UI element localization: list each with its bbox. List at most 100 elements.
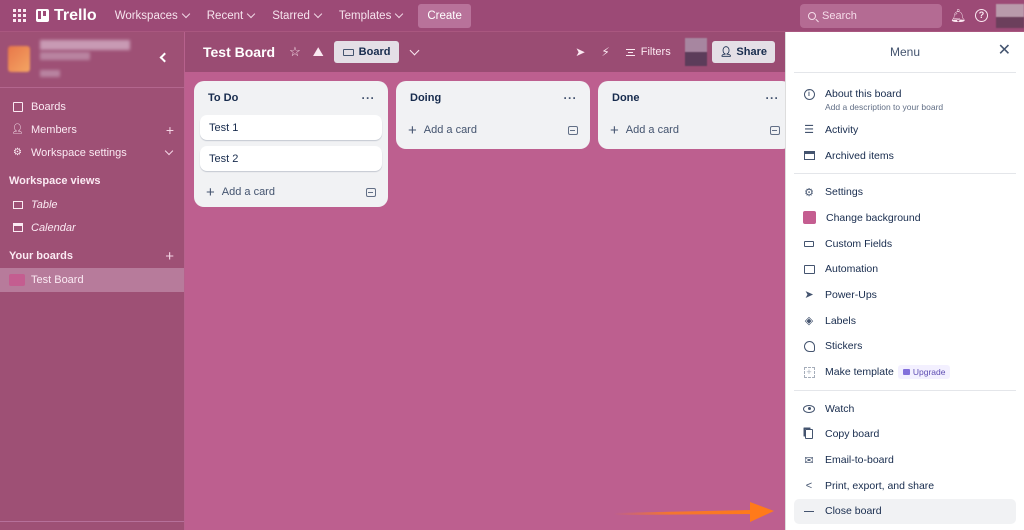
sidebar-item-label: Boards <box>31 100 66 113</box>
info-icon: i <box>803 88 815 100</box>
upgrade-label: Upgrade <box>912 367 946 378</box>
card[interactable]: Test 1 <box>200 115 382 140</box>
list-header: To Do ··· <box>200 81 382 115</box>
chevron-down-icon <box>395 9 404 19</box>
upgrade-badge[interactable]: Upgrade <box>897 365 951 380</box>
menu-item-make-template[interactable]: + Make template Upgrade <box>786 359 1024 385</box>
card[interactable]: Test 2 <box>200 146 382 171</box>
chevron-down-icon[interactable] <box>164 146 174 156</box>
trello-logo-icon <box>36 9 49 22</box>
gear-icon: ⚙︎ <box>804 186 814 199</box>
workspace-logo <box>8 46 30 72</box>
chevron-down-icon <box>313 9 323 19</box>
starred-menu[interactable]: Starred <box>272 9 323 22</box>
menu-item-automation[interactable]: Automation <box>786 256 1024 282</box>
menu-item-change-background[interactable]: Change background <box>786 205 1024 231</box>
archive-icon <box>803 150 815 162</box>
power-ups-icon[interactable]: ➤︎ <box>575 45 585 59</box>
list-title[interactable]: To Do <box>208 92 238 104</box>
account-avatar[interactable] <box>996 4 1024 28</box>
workspace-name-redacted <box>40 52 90 60</box>
share-label: Share <box>736 46 767 58</box>
sticker-icon <box>803 340 815 352</box>
list-menu-icon[interactable]: ··· <box>766 91 780 105</box>
member-avatar[interactable] <box>684 38 707 66</box>
menu-item-stickers[interactable]: Stickers <box>786 334 1024 360</box>
sidebar-item-boards[interactable]: Boards <box>0 95 184 118</box>
workspace-plan-redacted <box>40 70 60 77</box>
workspace-views-heading: Workspace views <box>0 169 184 193</box>
menu-item-power-ups[interactable]: ➤︎ Power-Ups <box>786 282 1024 308</box>
menu-item-print-export-share[interactable]: < Print, export, and share <box>786 473 1024 499</box>
add-board-icon[interactable]: + <box>165 248 174 265</box>
add-card-button[interactable]: + Add a card <box>402 115 584 145</box>
templates-label: Templates <box>338 9 392 22</box>
create-from-template-icon[interactable] <box>568 125 578 135</box>
sidebar-item-label: Workspace settings <box>31 146 127 159</box>
star-icon[interactable]: ☆ <box>289 44 301 60</box>
sidebar: Boards 👤︎ Members + ⚙︎ Workspace setting… <box>0 32 185 530</box>
menu-title: Menu <box>889 45 921 59</box>
add-person-icon: 👤︎ <box>719 46 733 58</box>
board-title[interactable]: Test Board <box>203 44 275 60</box>
list-menu-icon[interactable]: ··· <box>362 91 376 105</box>
help-icon[interactable]: ? <box>975 9 988 22</box>
menu-item-email-to-board[interactable]: ✉︎ Email-to-board <box>786 447 1024 473</box>
section-title: Workspace views <box>9 175 101 187</box>
list-done: Done ··· + Add a card <box>598 81 792 149</box>
app-switcher-icon[interactable] <box>10 7 28 25</box>
add-card-button[interactable]: + Add a card <box>200 177 382 207</box>
menu-item-settings[interactable]: ⚙︎ Settings <box>786 179 1024 205</box>
your-boards-heading: Your boards + <box>0 244 184 268</box>
arrow-head <box>750 502 774 522</box>
sidebar-item-calendar[interactable]: Calendar <box>0 216 184 239</box>
list-menu-icon[interactable]: ··· <box>564 91 578 105</box>
recent-menu[interactable]: Recent <box>207 10 256 22</box>
menu-item-labels[interactable]: ◈ Labels <box>786 308 1024 334</box>
trello-logo[interactable]: Trello <box>36 7 97 25</box>
menu-item-label: Change background <box>826 211 921 224</box>
notifications-icon[interactable]: 🔔︎ <box>950 8 967 24</box>
sidebar-item-workspace-settings[interactable]: ⚙︎ Workspace settings <box>0 141 184 164</box>
visibility-icon[interactable]: ⛰︎ <box>313 44 324 60</box>
menu-item-about-board[interactable]: i About this board Add a description to … <box>786 79 1024 117</box>
collapse-sidebar-icon[interactable] <box>159 52 170 63</box>
sidebar-board-test-board[interactable]: Test Board <box>0 268 184 292</box>
sidebar-item-label: Calendar <box>31 221 76 234</box>
sidebar-item-label: Table <box>31 198 58 211</box>
board-view-button[interactable]: Board <box>333 41 400 63</box>
app-name: Trello <box>54 6 97 24</box>
add-member-icon[interactable]: + <box>166 122 174 138</box>
list-title[interactable]: Doing <box>410 92 441 104</box>
automation-icon[interactable]: ⚡︎ <box>601 45 609 59</box>
custom-fields-icon <box>803 238 815 250</box>
share-button[interactable]: 👤︎ Share <box>711 41 775 63</box>
menu-item-close-board[interactable]: Close board <box>794 498 1016 525</box>
plus-icon: + <box>610 121 619 139</box>
sidebar-item-members[interactable]: 👤︎ Members + <box>0 118 184 141</box>
menu-item-archived-items[interactable]: Archived items <box>786 143 1024 169</box>
menu-item-watch[interactable]: Watch <box>786 396 1024 422</box>
create-from-template-icon[interactable] <box>770 125 780 135</box>
add-card-label: Add a card <box>221 186 275 198</box>
list-title[interactable]: Done <box>612 92 640 104</box>
filters-label: Filters <box>640 46 671 58</box>
menu-item-custom-fields[interactable]: Custom Fields <box>786 231 1024 257</box>
sidebar-item-table[interactable]: Table <box>0 193 184 216</box>
label-tag-icon: ◈ <box>804 315 814 328</box>
chevron-down-icon[interactable] <box>410 45 420 55</box>
about-text: About this board Add a description to yo… <box>825 88 943 112</box>
filters-button[interactable]: Filters <box>625 46 671 58</box>
share-icon: < <box>805 479 813 492</box>
search-input[interactable]: Search <box>800 4 942 28</box>
workspaces-menu[interactable]: Workspaces <box>115 10 190 22</box>
menu-item-label: Copy board <box>825 428 880 441</box>
close-icon[interactable]: ✕ <box>998 43 1011 59</box>
board-header-actions: ➤︎ ⚡︎ Filters 👤︎ Share <box>559 32 775 72</box>
menu-item-activity[interactable]: ☰ Activity <box>786 117 1024 143</box>
create-from-template-icon[interactable] <box>366 187 376 197</box>
menu-item-copy-board[interactable]: Copy board <box>786 422 1024 448</box>
add-card-button[interactable]: + Add a card <box>604 115 786 145</box>
templates-menu[interactable]: Templates <box>338 9 404 22</box>
create-button[interactable]: Create <box>418 3 471 28</box>
